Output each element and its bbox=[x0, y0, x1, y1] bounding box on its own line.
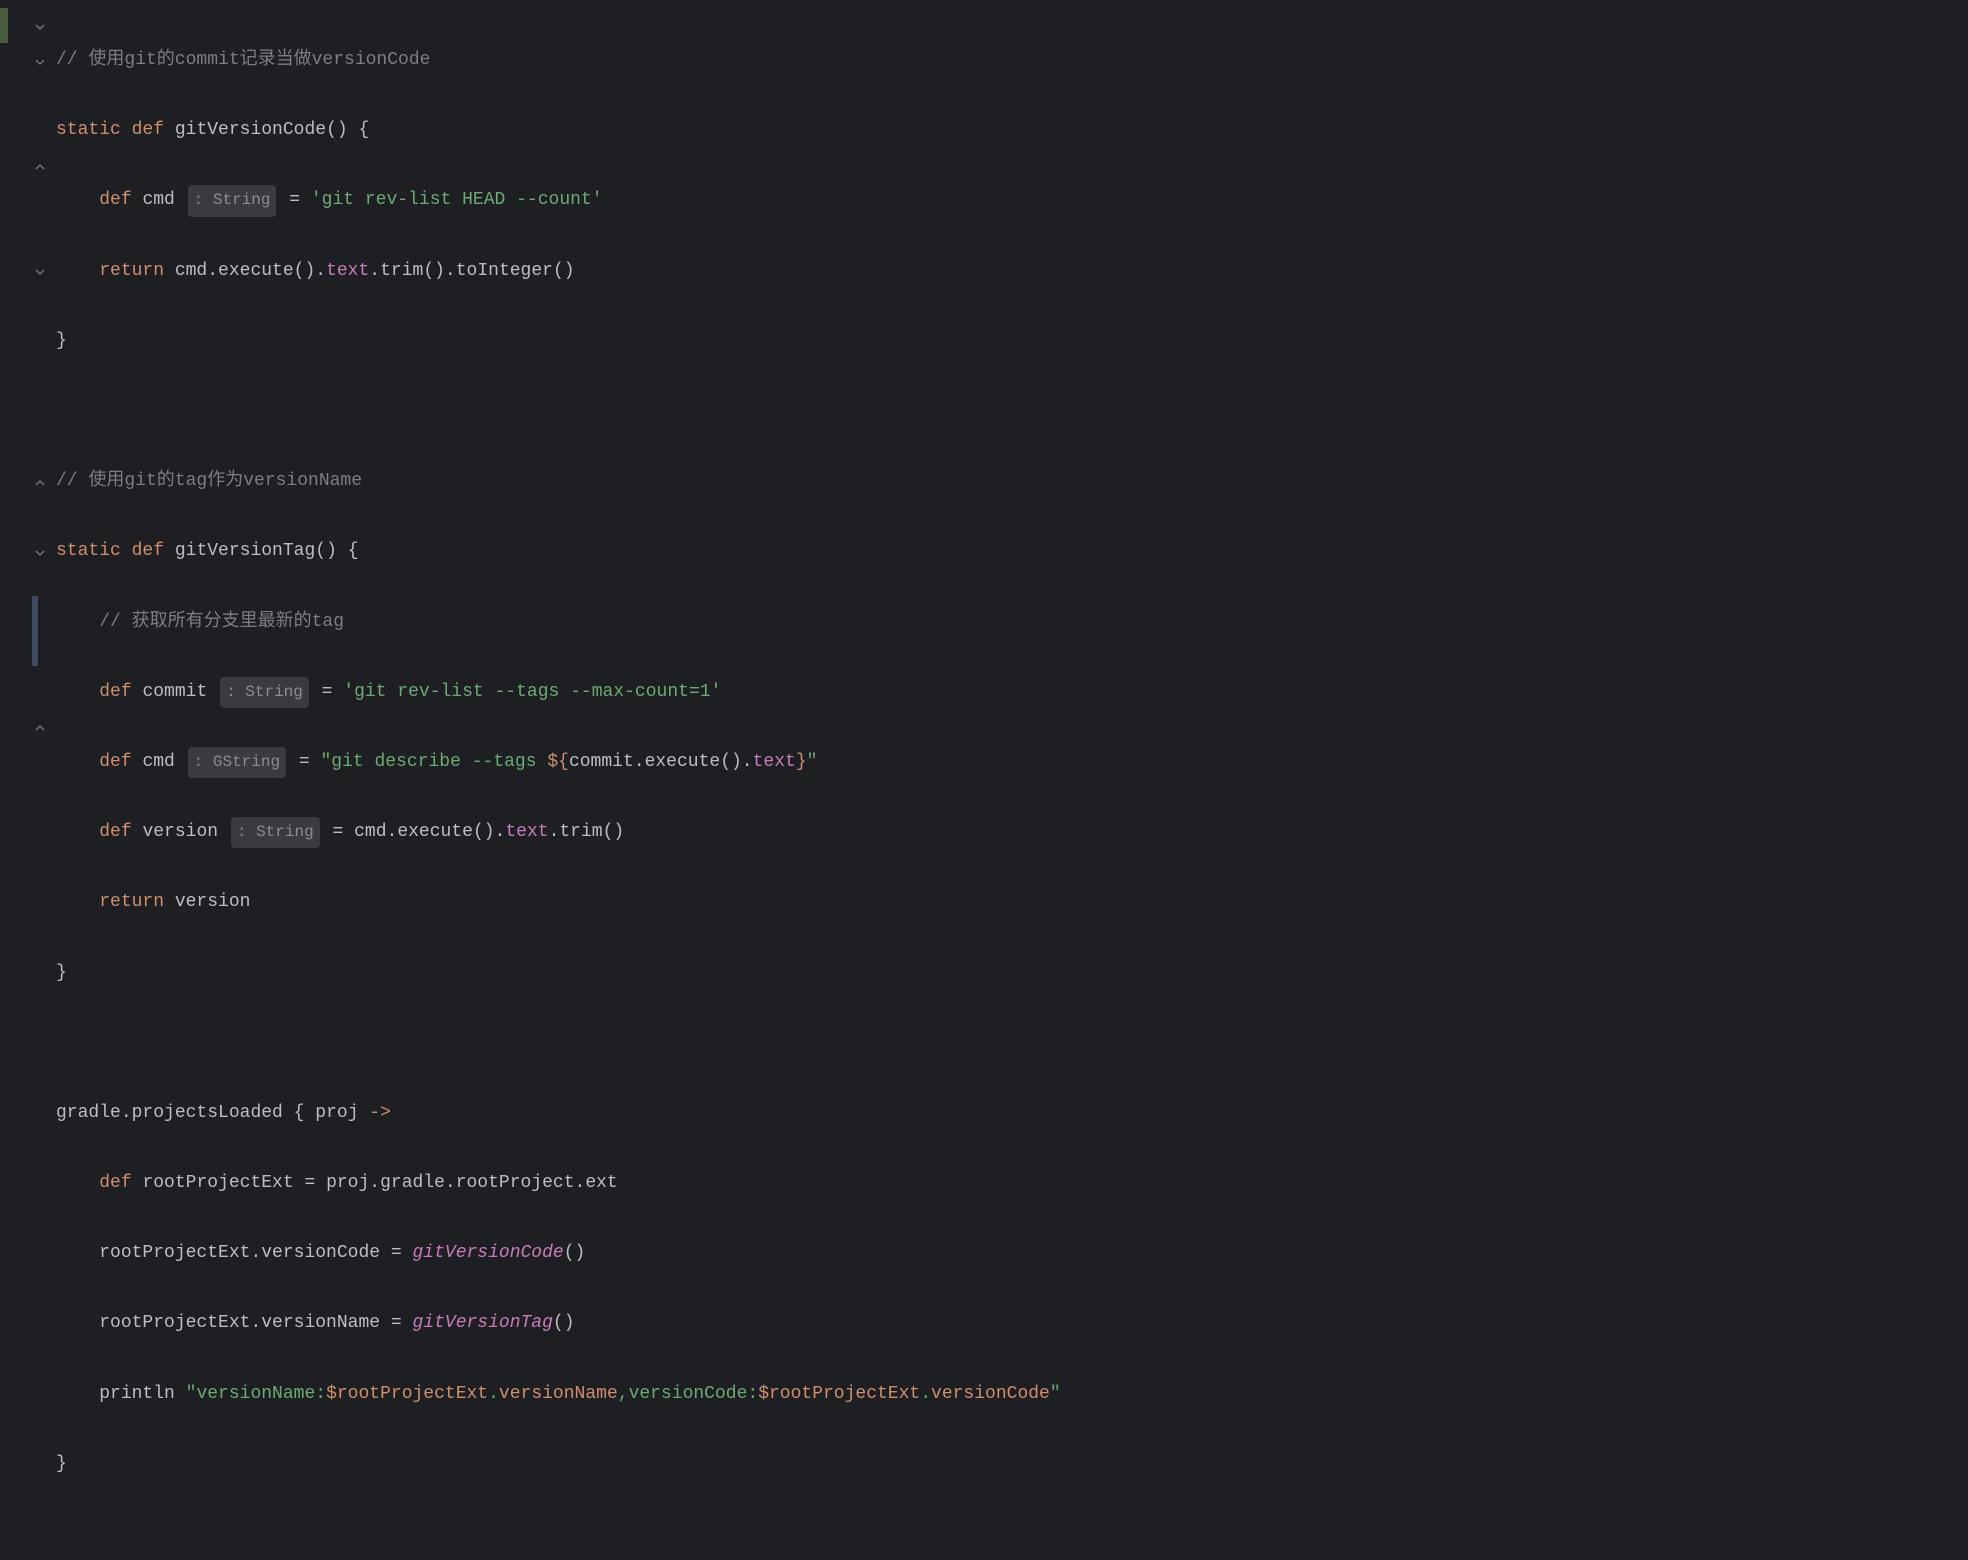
code-line[interactable]: gradle.projectsLoaded { proj -> bbox=[56, 1096, 1968, 1131]
code-line[interactable]: return cmd.execute().text.trim().toInteg… bbox=[56, 254, 1968, 289]
code-line[interactable]: rootProjectExt.versionName = gitVersionT… bbox=[56, 1306, 1968, 1341]
code-line[interactable]: return version bbox=[56, 885, 1968, 920]
fold-close-icon[interactable] bbox=[34, 152, 46, 164]
type-hint: : GString bbox=[188, 747, 286, 778]
code-content[interactable]: // 使用git的commit记录当做versionCode static de… bbox=[48, 0, 1968, 1560]
fold-icon[interactable] bbox=[34, 47, 46, 59]
fold-close-icon[interactable] bbox=[34, 468, 46, 480]
gutter bbox=[0, 0, 48, 1560]
code-line[interactable]: // 使用git的tag作为versionName bbox=[56, 464, 1968, 499]
code-line[interactable]: println "versionName:$rootProjectExt.ver… bbox=[56, 1377, 1968, 1412]
selection-marker bbox=[32, 596, 38, 666]
code-line[interactable]: } bbox=[56, 956, 1968, 991]
type-hint: : String bbox=[188, 185, 277, 216]
code-line[interactable]: static def gitVersionCode() { bbox=[56, 113, 1968, 148]
fold-icon[interactable] bbox=[34, 12, 46, 24]
code-line[interactable]: def cmd : GString = "git describe --tags… bbox=[56, 745, 1968, 780]
code-line[interactable]: def version : String = cmd.execute().tex… bbox=[56, 815, 1968, 850]
code-line[interactable] bbox=[56, 1026, 1968, 1061]
code-editor[interactable]: // 使用git的commit记录当做versionCode static de… bbox=[0, 0, 1968, 1560]
fold-icon[interactable] bbox=[34, 257, 46, 269]
comment-text: // 使用git的commit记录当做versionCode bbox=[56, 50, 430, 70]
code-line[interactable]: def commit : String = 'git rev-list --ta… bbox=[56, 675, 1968, 710]
type-hint: : String bbox=[220, 677, 309, 708]
code-line[interactable]: def rootProjectExt = proj.gradle.rootPro… bbox=[56, 1166, 1968, 1201]
code-line[interactable] bbox=[56, 394, 1968, 429]
code-line[interactable]: rootProjectExt.versionCode = gitVersionC… bbox=[56, 1236, 1968, 1271]
code-line[interactable]: // 获取所有分支里最新的tag bbox=[56, 605, 1968, 640]
code-line[interactable]: static def gitVersionTag() { bbox=[56, 534, 1968, 569]
code-line[interactable]: // 使用git的commit记录当做versionCode bbox=[56, 43, 1968, 78]
code-line[interactable]: } bbox=[56, 324, 1968, 359]
fold-close-icon[interactable] bbox=[34, 713, 46, 725]
type-hint: : String bbox=[231, 817, 320, 848]
code-line[interactable]: } bbox=[56, 1447, 1968, 1482]
fold-icon[interactable] bbox=[34, 538, 46, 550]
code-line[interactable]: def cmd : String = 'git rev-list HEAD --… bbox=[56, 183, 1968, 218]
